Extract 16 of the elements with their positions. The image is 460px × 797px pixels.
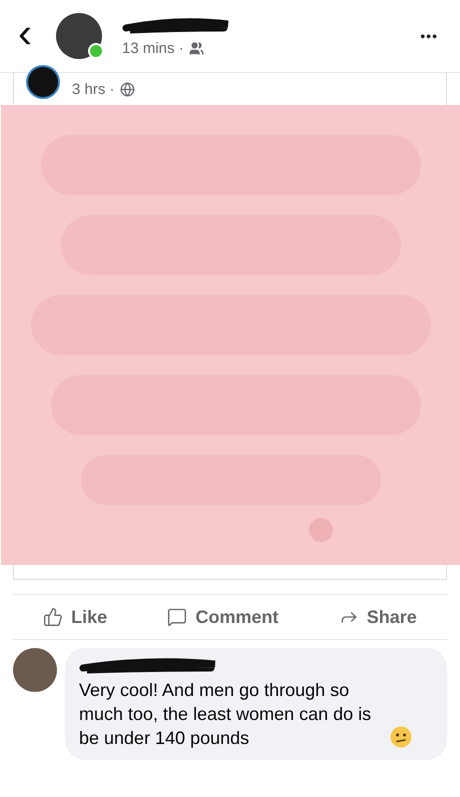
- friends-icon: [188, 40, 204, 56]
- confused-face-icon: [390, 726, 412, 748]
- avatar: [28, 67, 58, 97]
- share-button[interactable]: Share: [332, 606, 423, 628]
- avatar: [56, 13, 102, 59]
- avatar: [13, 648, 57, 692]
- comment-text: Very cool! And men go through so much too, the least women can do is be under 140 pounds: [79, 679, 372, 750]
- thumbs-up-icon: [43, 607, 64, 627]
- speech-bubble-icon: [167, 607, 188, 627]
- comment-button[interactable]: Comment: [161, 606, 284, 628]
- more-button[interactable]: •••: [414, 27, 444, 45]
- like-button[interactable]: Like: [37, 606, 114, 628]
- post-time: 13 mins ·: [122, 40, 184, 56]
- post-time: 3 hrs ·: [72, 80, 115, 98]
- back-button[interactable]: ‹: [14, 12, 36, 60]
- globe-icon: [120, 82, 135, 96]
